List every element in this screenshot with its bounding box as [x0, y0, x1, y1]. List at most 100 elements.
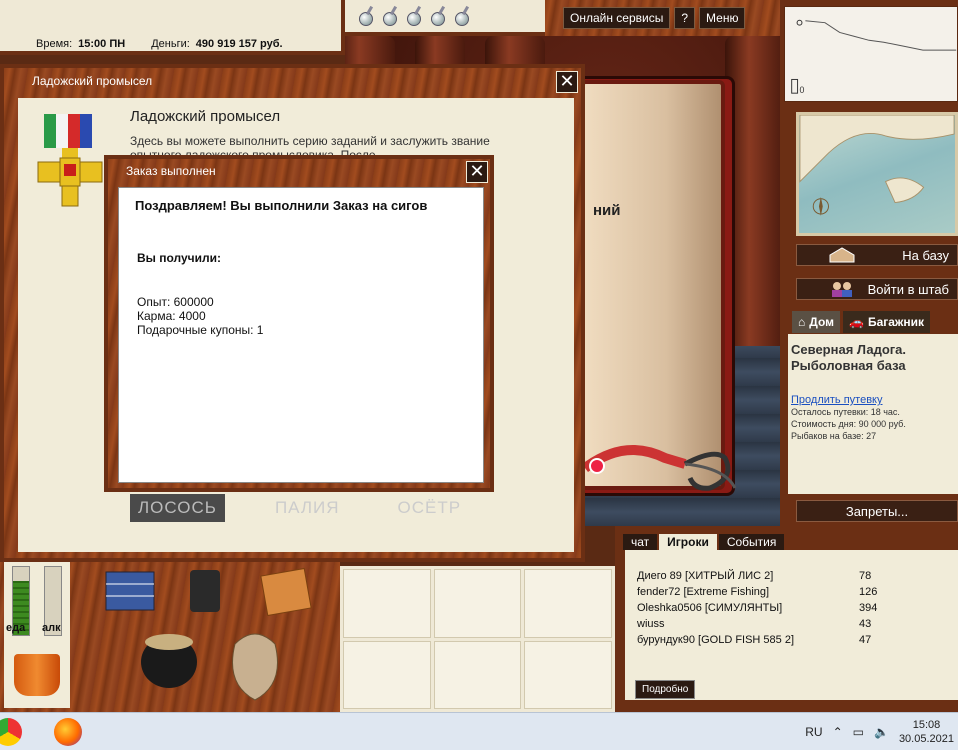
tab-trunk-label: Багажник — [867, 315, 925, 329]
rewards-list: Опыт: 600000 Карма: 4000 Подарочные купо… — [135, 295, 467, 337]
tab-chat[interactable]: чат — [623, 534, 658, 550]
time-label: Время: — [36, 38, 73, 50]
people-icon — [832, 282, 852, 297]
bottle-icon[interactable] — [379, 5, 399, 27]
reward-coupons: Подарочные купоны: 1 — [137, 323, 264, 337]
player-row[interactable]: wiuss 43 — [637, 616, 946, 632]
to-base-label: На базу — [902, 247, 949, 263]
tab-home-label: Дом — [809, 315, 834, 329]
base-info: Северная Ладога. Рыболовная база Продлит… — [788, 334, 958, 494]
grid-slot[interactable] — [433, 640, 522, 709]
money-label: Деньги: — [151, 38, 190, 50]
tackle-box-icon[interactable] — [100, 566, 160, 616]
menu-button[interactable]: Меню — [699, 7, 746, 29]
player-level: 394 — [859, 602, 878, 614]
bottle-icon[interactable] — [355, 5, 375, 27]
to-base-button[interactable]: На базу — [796, 244, 958, 266]
depth-chart: 0 — [784, 6, 958, 102]
order-headline: Поздравляем! Вы выполнили Заказ на сигов — [135, 198, 428, 213]
order-dialog-body: Поздравляем! Вы выполнили Заказ на сигов… — [118, 187, 484, 483]
player-name: бурундук90 [GOLD FISH 585 2] — [637, 634, 795, 646]
close-icon[interactable]: ✕ — [466, 161, 488, 183]
time-value: 15:00 ПН — [78, 38, 126, 50]
medal-icon — [37, 114, 103, 207]
player-name: Oleshka0506 [СИМУЛЯНТЫ] — [637, 602, 783, 614]
quest-dialog-titlebar[interactable]: Ладожский промысел — [4, 68, 581, 94]
order-complete-dialog: Заказ выполнен ✕ Поздравляем! Вы выполни… — [104, 155, 494, 492]
home-icon: ⌂ — [798, 315, 806, 329]
grid-slot[interactable] — [433, 569, 522, 638]
bans-button[interactable]: Запреты... — [796, 500, 958, 522]
enter-hq-button[interactable]: Войти в штаб — [796, 278, 958, 300]
alc-label: алк — [42, 622, 61, 634]
slot-grid — [340, 566, 615, 712]
order-dialog-titlebar[interactable]: Заказ выполнен — [108, 159, 490, 183]
reward-karma: Карма: 4000 — [137, 309, 206, 323]
clock[interactable]: 15:08 30.05.2021 — [899, 718, 954, 746]
system-tray: RU ⌃ ▭ 🔈 15:08 30.05.2021 — [805, 713, 958, 750]
day-cost: Стоимость дня: 90 000 руб. — [791, 419, 906, 429]
player-row[interactable]: Oleshka0506 [СИМУЛЯНТЫ] 394 — [637, 600, 946, 616]
lake-map[interactable] — [796, 112, 958, 236]
clock-time: 15:08 — [912, 719, 941, 731]
bottles-bar — [345, 0, 545, 36]
tab-sturgeon[interactable]: ОСЁТР — [390, 494, 470, 522]
cauldron-icon[interactable] — [136, 622, 202, 702]
player-row[interactable]: fender72 [Extreme Fishing] 126 — [637, 584, 946, 600]
tab-char[interactable]: ПАЛИЯ — [267, 494, 348, 522]
chevron-up-icon[interactable]: ⌃ — [833, 725, 843, 739]
chrome-icon[interactable] — [0, 718, 22, 746]
notebook-icon[interactable] — [258, 566, 314, 616]
status-bar: Время: 15:00 ПН Деньги: 490 919 157 руб. — [0, 0, 345, 55]
chat-tabs: чат Игроки События — [623, 534, 785, 550]
player-row[interactable]: Диего 89 [ХИТРЫЙ ЛИС 2] 78 — [637, 568, 946, 584]
enter-hq-label: Войти в штаб — [867, 281, 949, 297]
player-level: 47 — [859, 634, 872, 646]
money-value: 490 919 157 руб. — [195, 38, 283, 50]
help-button[interactable]: ? — [674, 7, 696, 29]
player-name: Диего 89 [ХИТРЫЙ ЛИС 2] — [637, 570, 774, 582]
chat-panel: чат Игроки События Диего 89 [ХИТРЫЙ ЛИС … — [615, 526, 958, 712]
network-icon[interactable]: ▭ — [853, 725, 864, 739]
player-row[interactable]: бурундук90 [GOLD FISH 585 2] 47 — [637, 632, 946, 648]
taskbar: RU ⌃ ▭ 🔈 15:08 30.05.2021 — [0, 712, 958, 750]
boots-icon[interactable] — [180, 566, 230, 616]
grid-slot[interactable] — [524, 569, 612, 638]
player-level: 78 — [859, 570, 872, 582]
close-icon[interactable]: ✕ — [556, 71, 578, 93]
received-label: Вы получили: — [137, 251, 222, 265]
grid-slot[interactable] — [343, 640, 431, 709]
order-dialog-title: Заказ выполнен — [126, 164, 216, 178]
bottle-icon[interactable] — [427, 5, 447, 27]
right-panel: 0 На базу Войти в штаб ⌂ Дом 🚗 Багажник … — [780, 0, 958, 526]
bottle-icon[interactable] — [451, 5, 471, 27]
fish-tabs: ЛОСОСЬ ПАЛИЯ ОСЁТР — [130, 494, 469, 522]
online-services-button[interactable]: Онлайн сервисы — [563, 7, 671, 29]
more-details-button[interactable]: Подробно — [635, 680, 696, 699]
fishers-count: Рыбаков на базе: 27 — [791, 431, 877, 441]
tab-trunk[interactable]: 🚗 Багажник — [843, 311, 931, 333]
depth-label: 0 — [800, 85, 805, 95]
language-indicator[interactable]: RU — [805, 725, 822, 739]
food-label: еда — [6, 622, 26, 634]
player-name: fender72 [Extreme Fishing] — [637, 586, 770, 598]
fishing-hook-icon — [585, 445, 737, 491]
home-tabs: ⌂ Дом 🚗 Багажник — [792, 311, 958, 333]
car-icon: 🚗 — [849, 315, 864, 329]
tab-events[interactable]: События — [718, 534, 785, 550]
bottle-icon[interactable] — [403, 5, 423, 27]
grid-slot[interactable] — [524, 640, 612, 709]
remaining-pass: Осталось путевки: 18 час. — [791, 407, 900, 417]
quest-heading: Ладожский промысел — [130, 108, 281, 125]
sack-icon[interactable] — [220, 624, 290, 704]
grid-slot[interactable] — [343, 569, 431, 638]
player-level: 43 — [859, 618, 872, 630]
players-list: Диего 89 [ХИТРЫЙ ЛИС 2] 78 fender72 [Extr… — [625, 550, 958, 700]
tab-home[interactable]: ⌂ Дом — [792, 311, 840, 333]
volume-icon[interactable]: 🔈 — [874, 725, 889, 739]
extend-pass-link[interactable]: Продлить путевку — [791, 394, 955, 406]
tab-players[interactable]: Игроки — [659, 534, 717, 550]
firefox-icon[interactable] — [54, 718, 82, 746]
tab-salmon[interactable]: ЛОСОСЬ — [130, 494, 225, 522]
bucket-icon[interactable] — [4, 644, 70, 708]
